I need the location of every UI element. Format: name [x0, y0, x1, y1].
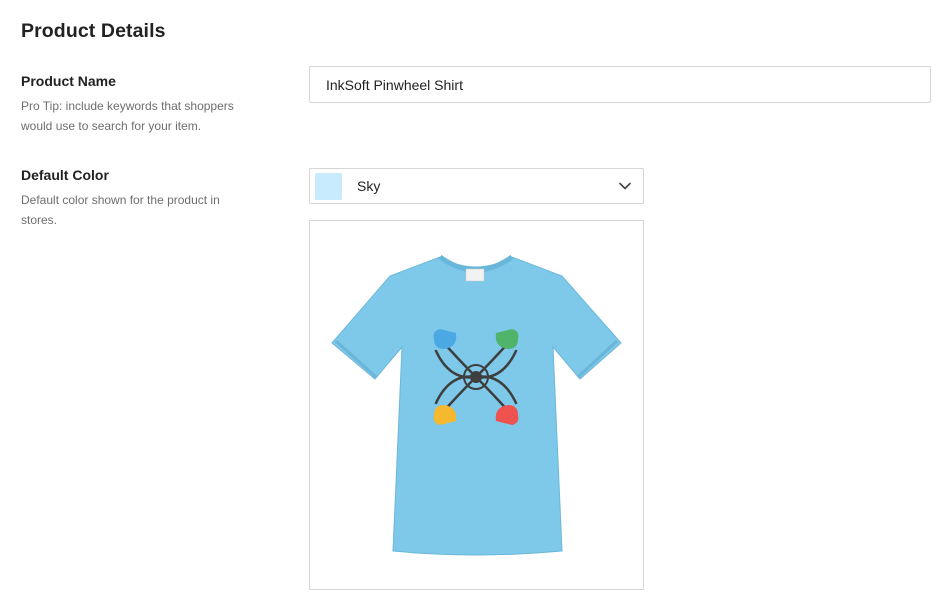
tshirt-image — [331, 254, 622, 556]
product-name-field-wrapper — [309, 66, 931, 103]
page-title: Product Details — [21, 20, 166, 42]
chevron-down-icon — [619, 182, 631, 190]
default-color-help: Default color shown for the product in s… — [21, 193, 220, 227]
product-name-help: Pro Tip: include keywords that shoppers … — [21, 99, 234, 133]
product-preview — [309, 220, 644, 590]
default-color-label: Default Color — [21, 167, 109, 183]
shirt-tag — [465, 268, 485, 282]
color-swatch — [315, 173, 342, 200]
product-name-label: Product Name — [21, 73, 116, 89]
default-color-select[interactable]: Sky — [309, 168, 644, 204]
selected-color-value: Sky — [357, 178, 381, 194]
product-name-input[interactable] — [310, 67, 930, 102]
